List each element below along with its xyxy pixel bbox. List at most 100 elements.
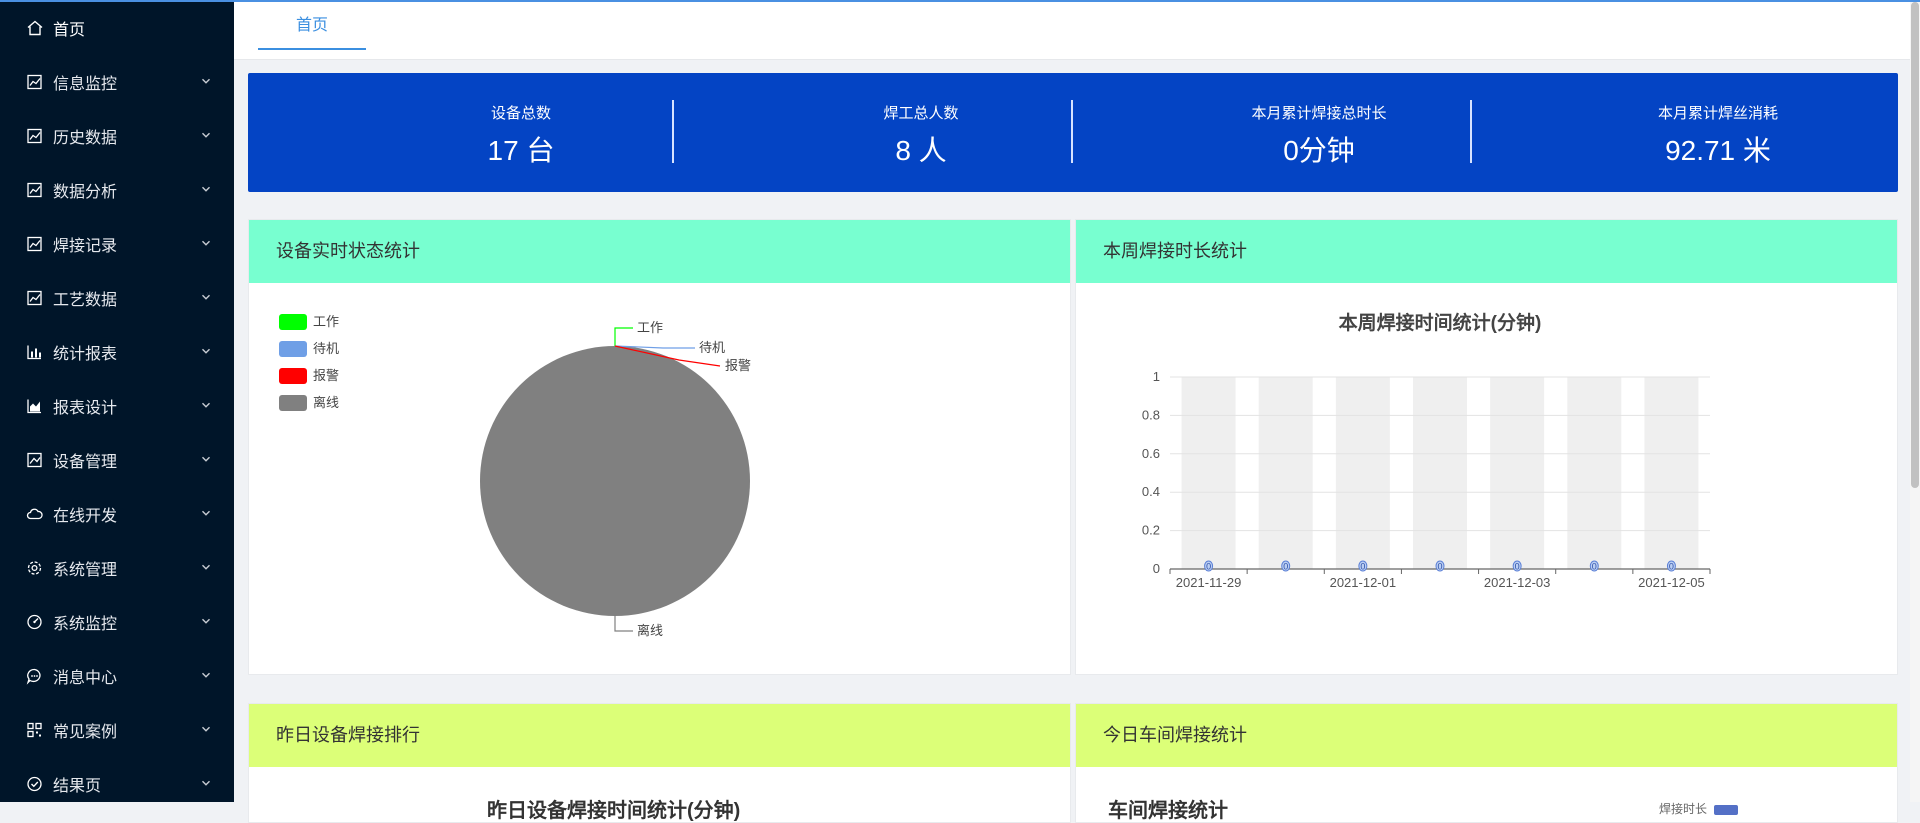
kpi-value: 8 人 bbox=[895, 135, 947, 166]
bar-value-label: 0 bbox=[1669, 562, 1674, 572]
chevron-down-icon bbox=[200, 561, 212, 573]
kpi-label: 本月累计焊丝消耗 bbox=[1657, 105, 1778, 122]
bar-background bbox=[1490, 377, 1545, 569]
legend-item: 焊接时长 bbox=[1659, 800, 1739, 817]
pie-slice[interactable] bbox=[480, 346, 750, 616]
sidebar: 首页信息监控 历史数据数据分析焊接记录工艺数据 统计报表 报表设计 设备管理在线开发系统… bbox=[0, 0, 234, 802]
sidebar-item-2[interactable]: 历史数据 bbox=[0, 109, 234, 163]
weekly-duration-panel: 本周焊接时长统计 本周焊接时间统计(分钟) 0 0.2 0.4 0.6 0.8 1 0 0 0 0 0… bbox=[1075, 219, 1898, 675]
chevron-down-icon bbox=[200, 615, 212, 627]
y-tick-label: 0 bbox=[1153, 561, 1160, 576]
kpi-divider bbox=[1470, 100, 1472, 163]
message-icon bbox=[26, 668, 43, 685]
pie-label: 报警 bbox=[725, 358, 751, 373]
sidebar-item-10[interactable]: 系统管理 bbox=[0, 541, 234, 595]
chevron-down-icon bbox=[200, 723, 212, 735]
line-chart-icon bbox=[26, 236, 43, 253]
kpi-value: 0分钟 bbox=[1283, 135, 1355, 166]
x-tick-label: 2021-12-03 bbox=[1484, 575, 1551, 590]
cloud-icon bbox=[26, 506, 43, 523]
line-chart-icon bbox=[26, 182, 43, 199]
sidebar-item-7[interactable]: 报表设计 bbox=[0, 379, 234, 433]
y-tick-label: 0.4 bbox=[1142, 484, 1160, 499]
sidebar-item-13[interactable]: 常见案例 bbox=[0, 703, 234, 757]
line-chart-icon bbox=[26, 128, 43, 145]
chart-title: 昨日设备焊接时间统计(分钟) bbox=[487, 800, 741, 822]
line-chart-icon bbox=[26, 290, 43, 307]
bar-background bbox=[1335, 377, 1390, 569]
panel-title: 设备实时状态统计 bbox=[249, 220, 1070, 283]
kpi-label: 设备总数 bbox=[490, 105, 551, 122]
chevron-down-icon bbox=[200, 129, 212, 141]
x-tick-label: 2021-12-01 bbox=[1330, 575, 1397, 590]
bar-value-label: 0 bbox=[1283, 562, 1288, 572]
kpi-label: 本月累计焊接总时长 bbox=[1251, 105, 1387, 122]
panel-title: 本周焊接时长统计 bbox=[1076, 220, 1897, 283]
sidebar-item-11[interactable]: 系统监控 bbox=[0, 595, 234, 649]
sidebar-item-label: 系统管理 bbox=[53, 562, 118, 579]
sidebar-item-0[interactable]: 首页 bbox=[0, 1, 234, 55]
chevron-down-icon bbox=[200, 345, 212, 357]
sidebar-item-5[interactable]: 工艺数据 bbox=[0, 271, 234, 325]
chevron-down-icon bbox=[200, 669, 212, 681]
chevron-down-icon bbox=[200, 75, 212, 87]
kpi-value: 17 台 bbox=[487, 135, 555, 166]
sidebar-item-4[interactable]: 焊接记录 bbox=[0, 217, 234, 271]
sidebar-item-14[interactable]: 结果页 bbox=[0, 757, 234, 802]
bar-background bbox=[1258, 377, 1313, 569]
qrcode-icon bbox=[26, 722, 43, 739]
kpi-month-wire: 本月累计焊丝消耗 92.71 米 bbox=[1518, 73, 1918, 192]
top-accent-line bbox=[0, 0, 1920, 2]
bar-value-label: 0 bbox=[1360, 562, 1365, 572]
y-tick-label: 0.8 bbox=[1142, 407, 1160, 422]
pie-label: 待机 bbox=[699, 340, 725, 355]
check-circle-icon bbox=[26, 776, 43, 793]
sidebar-item-label: 消息中心 bbox=[53, 670, 118, 687]
pie-label: 离线 bbox=[637, 623, 663, 638]
kpi-welder-total: 焊工总人数 8 人 bbox=[721, 73, 1121, 192]
x-tick-label: 2021-11-29 bbox=[1176, 575, 1242, 590]
y-tick-label: 0.2 bbox=[1142, 523, 1160, 538]
sidebar-item-1[interactable]: 信息监控 bbox=[0, 55, 234, 109]
bar-value-label: 0 bbox=[1515, 562, 1520, 572]
device-status-panel: 设备实时状态统计 工作 待机 报警 离线 工作 待机 报警 离线 bbox=[248, 219, 1071, 675]
chart-title: 车间焊接统计 bbox=[1108, 800, 1228, 822]
home-icon bbox=[26, 20, 43, 37]
sidebar-item-label: 首页 bbox=[53, 22, 86, 39]
chevron-down-icon bbox=[200, 183, 212, 195]
bar-value-label: 0 bbox=[1592, 562, 1597, 572]
sidebar-item-label: 焊接记录 bbox=[53, 238, 118, 255]
pie-label-line bbox=[614, 327, 633, 346]
workshop-today-panel: 今日车间焊接统计 车间焊接统计 焊接时长 bbox=[1075, 703, 1898, 823]
sidebar-item-label: 在线开发 bbox=[53, 508, 118, 525]
kpi-value: 92.71 米 bbox=[1665, 135, 1771, 166]
kpi-device-total: 设备总数 17 台 bbox=[321, 73, 721, 192]
bar-value-label: 0 bbox=[1437, 562, 1442, 572]
legend-swatch bbox=[1714, 804, 1739, 815]
sidebar-item-8[interactable]: 设备管理 bbox=[0, 433, 234, 487]
pie-label-line bbox=[614, 616, 633, 632]
kpi-divider bbox=[1071, 100, 1073, 163]
panel-title: 昨日设备焊接排行 bbox=[249, 704, 1070, 767]
bar-background bbox=[1644, 377, 1699, 569]
y-tick-label: 1 bbox=[1153, 369, 1160, 384]
sidebar-item-6[interactable]: 统计报表 bbox=[0, 325, 234, 379]
sidebar-item-3[interactable]: 数据分析 bbox=[0, 163, 234, 217]
chevron-down-icon bbox=[200, 453, 212, 465]
fund-icon bbox=[26, 452, 43, 469]
sidebar-item-label: 常见案例 bbox=[53, 724, 118, 741]
chart-title: 本周焊接时间统计(分钟) bbox=[1339, 311, 1542, 334]
chevron-down-icon bbox=[200, 777, 212, 789]
bar-background bbox=[1413, 377, 1467, 569]
chevron-down-icon bbox=[200, 237, 212, 249]
scrollbar-thumb[interactable] bbox=[1911, 2, 1919, 488]
tab-home[interactable]: 首页 bbox=[258, 0, 366, 50]
sidebar-item-9[interactable]: 在线开发 bbox=[0, 487, 234, 541]
sidebar-item-label: 数据分析 bbox=[53, 184, 118, 201]
yesterday-rank-panel: 昨日设备焊接排行 昨日设备焊接时间统计(分钟) bbox=[248, 703, 1071, 823]
sidebar-item-12[interactable]: 消息中心 bbox=[0, 649, 234, 703]
y-tick-label: 0.6 bbox=[1142, 446, 1160, 461]
pie-label: 工作 bbox=[637, 320, 663, 335]
legend-text: 焊接时长 bbox=[1659, 802, 1708, 816]
kpi-month-duration: 本月累计焊接总时长 0分钟 bbox=[1119, 73, 1519, 192]
